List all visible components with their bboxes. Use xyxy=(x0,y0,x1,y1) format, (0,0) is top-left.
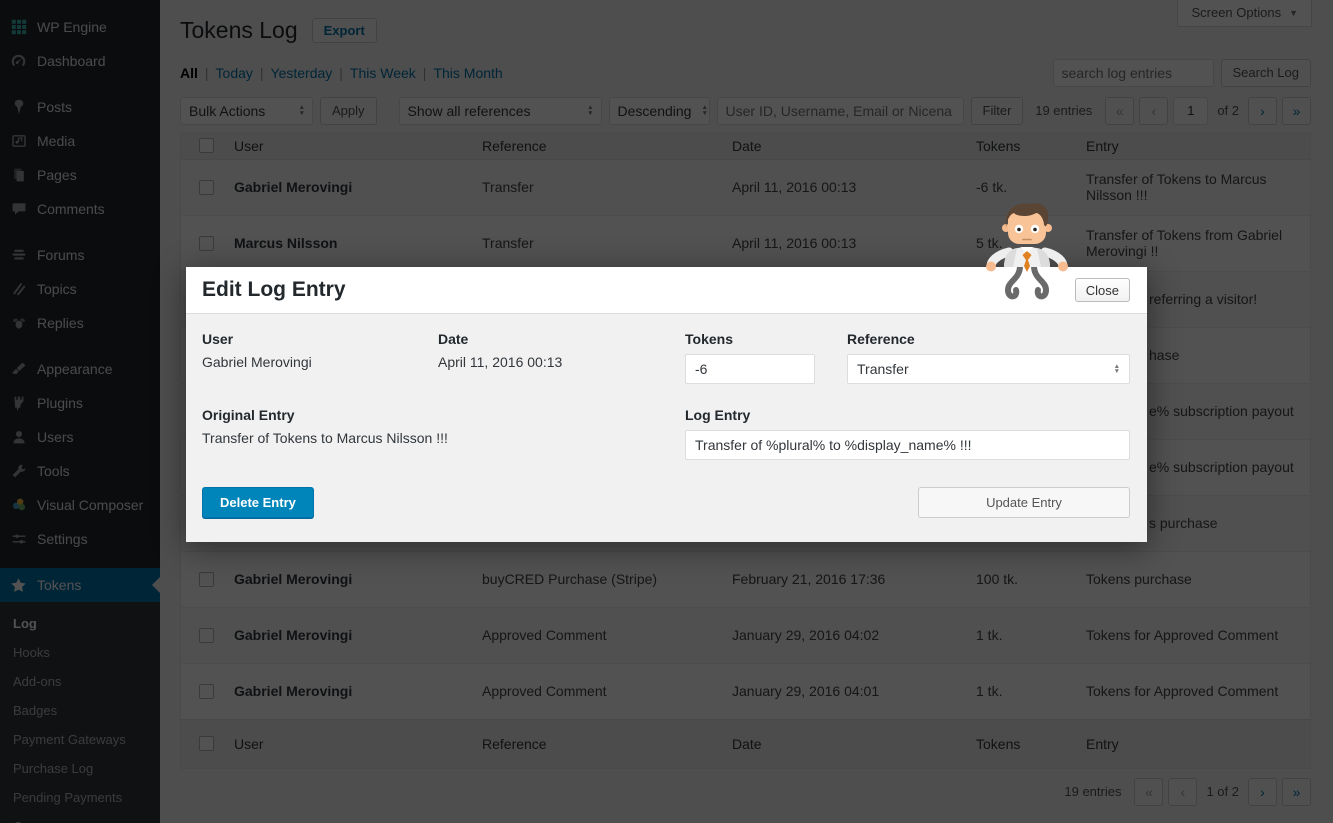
tokens-input[interactable] xyxy=(685,354,815,384)
wp-admin-screen: WP Engine Dashboard Posts Media Pages xyxy=(0,0,1333,823)
date-value: April 11, 2016 00:13 xyxy=(438,354,685,370)
user-value: Gabriel Merovingi xyxy=(202,354,438,370)
select-arrows-icon: ▲▼ xyxy=(1114,364,1120,375)
tokens-label: Tokens xyxy=(685,331,847,347)
original-entry-label: Original Entry xyxy=(202,407,655,423)
modal-title: Edit Log Entry xyxy=(202,278,346,302)
user-label: User xyxy=(202,331,438,347)
original-entry-value: Transfer of Tokens to Marcus Nilsson !!! xyxy=(202,430,655,446)
reference-select[interactable]: Transfer ▲▼ xyxy=(847,354,1130,384)
log-entry-input[interactable] xyxy=(685,430,1130,460)
close-button[interactable]: Close xyxy=(1075,278,1130,302)
edit-log-entry-modal: Edit Log Entry Close User Gabriel Merovi… xyxy=(186,267,1147,542)
update-entry-button[interactable]: Update Entry xyxy=(918,487,1130,518)
log-entry-label: Log Entry xyxy=(685,407,1130,423)
reference-label: Reference xyxy=(847,331,1130,347)
delete-entry-button[interactable]: Delete Entry xyxy=(202,487,314,518)
date-label: Date xyxy=(438,331,685,347)
